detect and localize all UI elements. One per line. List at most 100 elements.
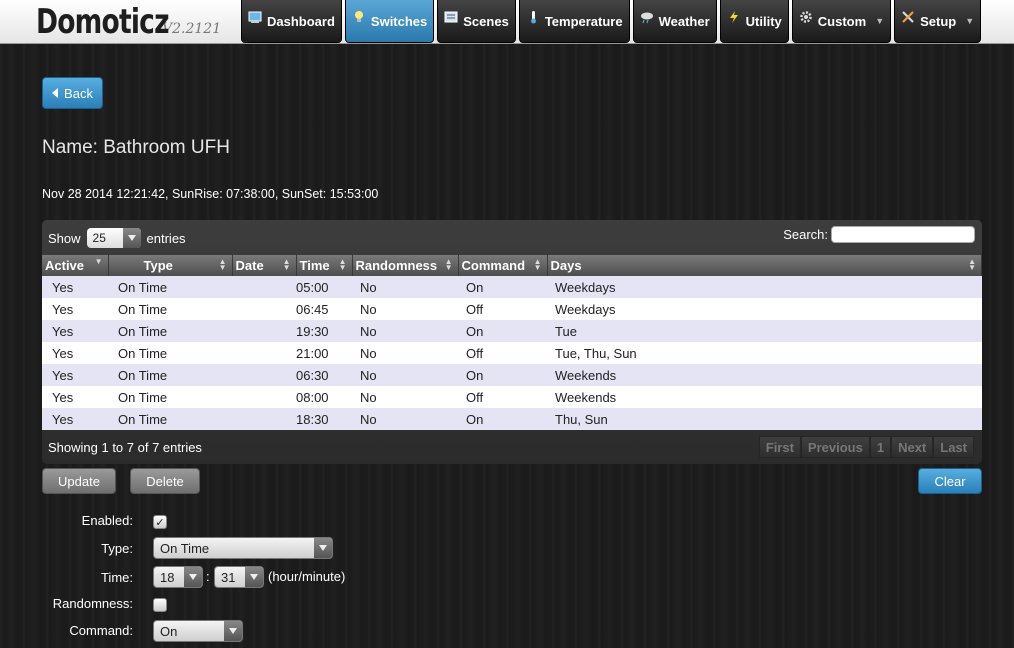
type-label: Type: <box>101 541 133 556</box>
nav-label: Setup <box>920 13 957 29</box>
check-icon: ✓ <box>155 516 165 529</box>
entries-label: entries <box>146 230 186 246</box>
hour-select[interactable]: 18 <box>153 566 203 588</box>
timers-table: Active ▼ Type ▲ ▼ Date ▲ ▼ Time ▲ ▼ Randomness ▲… <box>42 255 982 430</box>
time-label: Time: <box>100 570 133 585</box>
hour-value: 18 <box>160 569 175 585</box>
timers-table-panel: Show 25 entries Search: Active ▼ Type ▲ ▼ D… <box>42 220 982 464</box>
nav-temperature[interactable]: Temperature <box>518 0 630 43</box>
table-row[interactable]: Yes On Time 19:30 No On Tue <box>42 320 982 342</box>
nav-label: Temperature <box>544 13 623 29</box>
top-bar: Domoticz V2.2121 Dashboard Switches Scen… <box>0 0 1014 44</box>
enabled-checkbox[interactable]: ✓ <box>153 515 167 529</box>
time-hint: (hour/minute) <box>268 569 346 584</box>
type-select[interactable]: On Time <box>153 537 333 559</box>
sort-icon: ▲ ▼ <box>444 257 453 272</box>
col-randomness[interactable]: Randomness ▲ ▼ <box>352 255 459 276</box>
chevron-down-icon <box>224 621 242 641</box>
update-button[interactable]: Update <box>42 468 116 494</box>
sun-info: Nov 28 2014 12:21:42, SunRise: 07:38:00,… <box>42 187 379 201</box>
nav-scenes[interactable]: Scenes <box>437 0 516 43</box>
main-nav: Dashboard Switches Scenes Temperature We… <box>241 0 982 43</box>
time-separator: : <box>206 569 210 584</box>
search-input[interactable] <box>831 226 975 243</box>
page-size-select[interactable]: 25 <box>86 228 141 248</box>
table-header-row: Active ▼ Type ▲ ▼ Date ▲ ▼ Time ▲ ▼ Randomness ▲… <box>42 255 982 276</box>
chevron-down-icon <box>314 538 332 558</box>
back-label: Back <box>64 85 93 101</box>
page-size-control: Show 25 entries <box>48 228 186 248</box>
table-row[interactable]: Yes On Time 06:45 No Off Weekdays <box>42 298 982 320</box>
col-active[interactable]: Active ▼ <box>42 255 109 276</box>
sort-icon: ▲ ▼ <box>968 257 976 272</box>
table-row[interactable]: Yes On Time 18:30 No On Thu, Sun <box>42 408 982 430</box>
weather-icon <box>640 12 653 24</box>
nav-label: Utility <box>745 13 782 29</box>
command-select[interactable]: On <box>153 620 243 642</box>
clear-button[interactable]: Clear <box>918 468 982 494</box>
type-value: On Time <box>160 540 210 556</box>
command-value: On <box>160 623 178 639</box>
chevron-down-icon: ▼ <box>965 16 975 26</box>
nav-weather[interactable]: Weather <box>632 0 717 43</box>
col-days[interactable]: Days ▲ ▼ <box>547 255 982 276</box>
sort-icon: ▲ ▼ <box>338 257 347 272</box>
chevron-down-icon <box>184 567 202 587</box>
thermometer-icon <box>530 11 536 24</box>
back-button[interactable]: Back <box>42 77 103 109</box>
logo: Domoticz V2.2121 <box>36 2 221 42</box>
col-date[interactable]: Date ▲ ▼ <box>232 255 297 276</box>
table-row[interactable]: Yes On Time 06:30 No On Weekends <box>42 364 982 386</box>
pager-page[interactable]: 1 <box>869 436 892 458</box>
col-command[interactable]: Command ▲ ▼ <box>458 255 548 276</box>
chevron-down-icon: ▼ <box>875 16 885 26</box>
sort-icon: ▲ ▼ <box>218 257 227 272</box>
sort-icon: ▲ ▼ <box>533 257 542 272</box>
gear-icon <box>800 11 812 23</box>
nav-label: Weather <box>658 13 710 29</box>
command-label: Command: <box>69 623 133 638</box>
sort-desc-icon: ▼ <box>94 257 103 266</box>
search-label: Search: <box>783 227 828 242</box>
nav-switches[interactable]: Switches <box>344 0 435 43</box>
show-label: Show <box>48 230 81 246</box>
search-control: Search: <box>783 226 975 243</box>
scenes-icon <box>444 11 458 23</box>
chevron-left-icon <box>52 88 59 98</box>
nav-label: Custom <box>817 13 867 29</box>
tools-icon <box>902 11 914 23</box>
lightbulb-icon <box>354 11 363 22</box>
chevron-down-icon <box>245 567 263 587</box>
enabled-label: Enabled: <box>81 513 133 528</box>
randomness-checkbox[interactable] <box>153 598 167 612</box>
lightning-icon <box>729 11 738 23</box>
dashboard-icon <box>248 11 262 23</box>
nav-label: Scenes <box>463 13 509 29</box>
pager-next[interactable]: Next <box>891 436 934 458</box>
delete-button[interactable]: Delete <box>130 468 200 494</box>
table-row[interactable]: Yes On Time 08:00 No Off Weekends <box>42 386 982 408</box>
minute-select[interactable]: 31 <box>214 566 264 588</box>
sort-icon: ▲ ▼ <box>282 257 291 272</box>
chevron-down-icon <box>122 228 141 248</box>
pager-last[interactable]: Last <box>933 436 974 458</box>
page-title: Name: Bathroom UFH <box>42 137 230 158</box>
minute-value: 31 <box>221 569 236 585</box>
nav-utility[interactable]: Utility <box>719 0 789 43</box>
randomness-label: Randomness: <box>52 596 133 611</box>
nav-label: Dashboard <box>267 13 335 29</box>
pager-first[interactable]: First <box>758 436 801 458</box>
col-time[interactable]: Time ▲ ▼ <box>296 255 353 276</box>
logo-name: Domoticz <box>36 2 170 42</box>
table-row[interactable]: Yes On Time 05:00 No On Weekdays <box>42 276 982 298</box>
pagination: First Previous 1 Next Last <box>758 436 974 458</box>
nav-setup[interactable]: Setup ▼ <box>894 0 982 43</box>
table-row[interactable]: Yes On Time 21:00 No Off Tue, Thu, Sun <box>42 342 982 364</box>
pager-previous[interactable]: Previous <box>800 436 870 458</box>
nav-custom[interactable]: Custom ▼ <box>791 0 892 43</box>
nav-label: Switches <box>370 13 428 29</box>
nav-dashboard[interactable]: Dashboard <box>241 0 342 43</box>
logo-version: V2.2121 <box>162 21 222 37</box>
col-type[interactable]: Type ▲ ▼ <box>108 255 233 276</box>
table-info: Showing 1 to 7 of 7 entries <box>48 440 202 455</box>
